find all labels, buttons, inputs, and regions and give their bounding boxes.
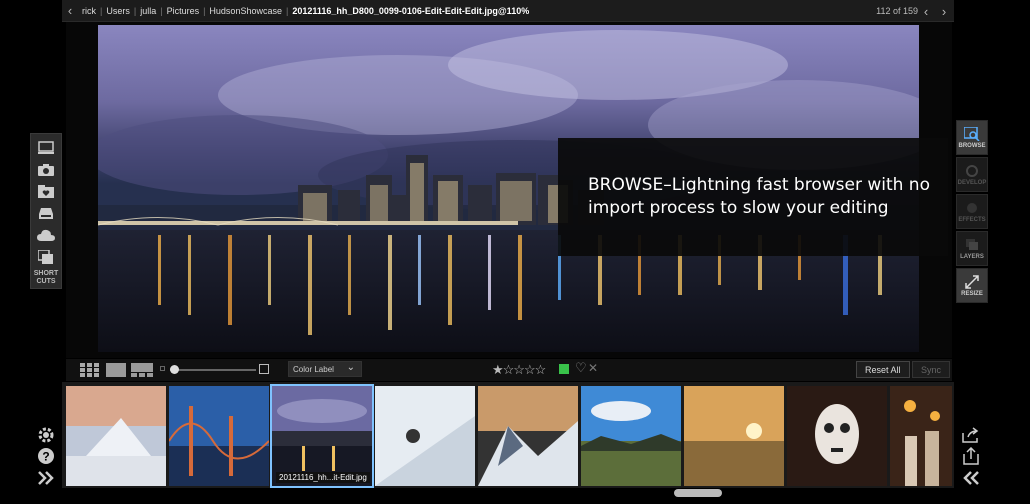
- filmstrip-scrollbar[interactable]: [674, 489, 722, 497]
- thumbnail[interactable]: [787, 386, 887, 486]
- thumbnail-size-slider[interactable]: [170, 369, 256, 371]
- thumbnail[interactable]: [169, 386, 269, 486]
- caption-text: BROWSE–Lightning fast browser with no im…: [588, 175, 930, 218]
- effects-module-button[interactable]: EFFECTS: [956, 194, 988, 229]
- svg-text:?: ?: [42, 450, 49, 464]
- help-icon[interactable]: ?: [36, 446, 56, 466]
- favorites-icon[interactable]: [36, 182, 56, 200]
- collapse-panel-icon[interactable]: [961, 468, 981, 488]
- thumb-size-small-icon: [160, 366, 165, 371]
- grid-view-icon[interactable]: [80, 363, 100, 379]
- thumbnail-selected[interactable]: 20121116_hh...it-Edit.jpg: [270, 384, 374, 488]
- breadcrumb-item[interactable]: Pictures: [167, 6, 200, 16]
- filmstrip: 20121116_hh...it-Edit.jpg: [62, 382, 954, 488]
- export-icon[interactable]: [961, 446, 981, 466]
- thumbnail[interactable]: [66, 386, 166, 486]
- resize-icon: [965, 274, 979, 289]
- shortcuts-label[interactable]: SHORT CUTS: [34, 270, 59, 286]
- star-rating[interactable]: ★☆☆☆☆: [492, 362, 546, 378]
- browse-icon: [964, 126, 980, 141]
- reject-icon[interactable]: ✕: [588, 361, 598, 375]
- thumbnail[interactable]: [890, 386, 952, 486]
- path-bar: ‹ rick | Users | julla | Pictures | Huds…: [62, 0, 954, 22]
- breadcrumb-item[interactable]: rick: [82, 6, 96, 16]
- thumbnail[interactable]: [478, 386, 578, 486]
- sync-button[interactable]: Sync: [912, 361, 951, 378]
- breadcrumb: rick | Users | julla | Pictures | Hudson…: [82, 5, 530, 16]
- thumbnail[interactable]: [684, 386, 784, 486]
- thumbnail[interactable]: [581, 386, 681, 486]
- back-arrow-icon[interactable]: ‹: [62, 0, 78, 22]
- thumbnail[interactable]: [375, 386, 475, 486]
- effects-icon: [967, 202, 977, 213]
- computer-icon[interactable]: [36, 138, 56, 156]
- develop-module-button[interactable]: DEVELOP: [956, 157, 988, 192]
- chevron-down-icon: ⌄: [346, 362, 355, 373]
- expand-panel-icon[interactable]: [36, 468, 56, 488]
- thumb-size-large-icon: [259, 364, 269, 374]
- shortcuts-icon[interactable]: [36, 248, 56, 266]
- next-image-icon[interactable]: ›: [936, 0, 952, 22]
- previous-image-icon[interactable]: ‹: [918, 0, 934, 22]
- browse-module-button[interactable]: BROWSE: [956, 120, 988, 155]
- current-file-name: 20121116_hh_D800_0099-0106-Edit-Edit-Edi…: [292, 5, 530, 16]
- breadcrumb-item[interactable]: Users: [106, 6, 130, 16]
- color-label-dropdown[interactable]: Color Label ⌄: [288, 361, 362, 377]
- filmstrip-view-icon[interactable]: [131, 363, 153, 377]
- image-counter: 112 of 159: [876, 6, 918, 16]
- slider-handle[interactable]: [170, 365, 179, 374]
- modules-panel: BROWSE DEVELOP EFFECTS LAYERS RESIZE: [956, 120, 988, 304]
- feature-caption: BROWSE–Lightning fast browser with no im…: [558, 138, 948, 256]
- resize-module-button[interactable]: RESIZE: [956, 268, 988, 303]
- heart-icon[interactable]: ♡: [575, 360, 587, 376]
- cloud-icon[interactable]: [36, 226, 56, 244]
- camera-icon[interactable]: [36, 160, 56, 178]
- develop-icon: [966, 164, 978, 177]
- breadcrumb-item[interactable]: HudsonShowcase: [209, 6, 282, 16]
- green-color-label[interactable]: [559, 364, 569, 374]
- detail-view-icon[interactable]: [106, 363, 126, 377]
- app-window: ‹ rick | Users | julla | Pictures | Huds…: [0, 0, 1030, 504]
- gear-icon[interactable]: [36, 425, 56, 445]
- layers-icon: [966, 238, 978, 250]
- sources-panel: SHORT CUTS: [30, 133, 62, 289]
- breadcrumb-item[interactable]: julla: [140, 6, 156, 16]
- share-icon[interactable]: [961, 425, 981, 445]
- thumbnail-filename: 20121116_hh...it-Edit.jpg: [276, 472, 370, 483]
- layers-module-button[interactable]: LAYERS: [956, 231, 988, 266]
- reset-all-button[interactable]: Reset All: [856, 361, 910, 378]
- drive-icon[interactable]: [36, 204, 56, 222]
- filmstrip-toolbar: Color Label ⌄ ★☆☆☆☆ ♡ ✕ Reset All Sync: [66, 359, 952, 381]
